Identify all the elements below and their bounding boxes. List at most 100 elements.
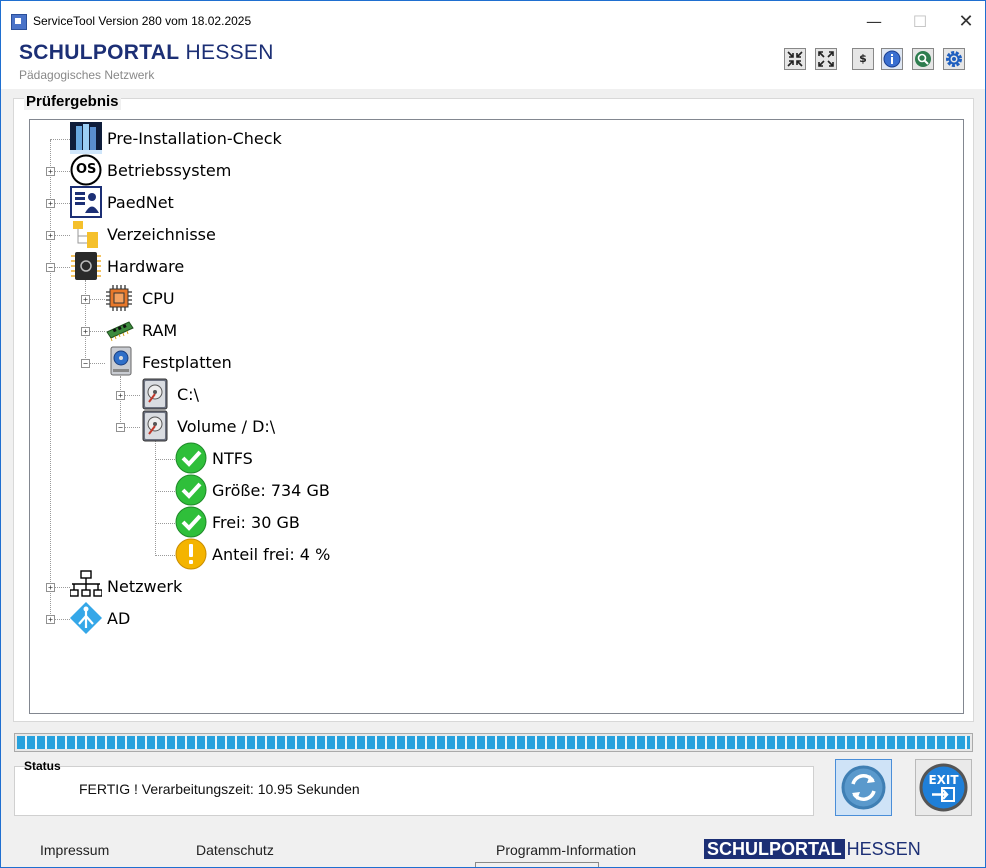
info-icon xyxy=(883,50,901,68)
footer-brand-bold: SCHULPORTAL xyxy=(704,839,845,859)
tree-node-paednet[interactable]: PaedNet xyxy=(68,186,268,218)
info-button[interactable] xyxy=(881,48,903,70)
expand-all-button[interactable] xyxy=(815,48,837,70)
refresh-icon xyxy=(841,765,886,810)
expander-cpu[interactable]: + xyxy=(81,295,90,304)
tree-label-size: Größe: 734 GB xyxy=(212,481,330,500)
tree-label-paednet: PaedNet xyxy=(107,193,174,212)
app-window: ServiceTool Version 280 vom 18.02.2025 —… xyxy=(0,0,986,868)
tree-label-os: Betriebssystem xyxy=(107,161,232,180)
tree-node-preinstall[interactable]: Pre-Installation-Check xyxy=(68,122,328,154)
cpu-icon xyxy=(106,285,132,311)
expander-drive-c[interactable]: + xyxy=(116,391,125,400)
tree-node-ram[interactable]: RAM xyxy=(103,314,263,346)
check-ok-icon xyxy=(175,506,207,538)
program-info-tab xyxy=(475,862,599,867)
expander-disks[interactable]: − xyxy=(81,359,90,368)
program-info-link[interactable]: Programm-Information xyxy=(496,842,636,858)
expander-drive-d[interactable]: − xyxy=(116,423,125,432)
tree-label-ad: AD xyxy=(107,609,131,628)
close-button[interactable]: ✕ xyxy=(943,7,985,37)
expander-folders[interactable]: + xyxy=(46,231,55,240)
gear-icon xyxy=(946,51,962,67)
status-box: FERTIG ! Verarbeitungszeit: 10.95 Sekund… xyxy=(14,766,814,816)
brand-light: HESSEN xyxy=(185,41,274,64)
tree-node-cpu[interactable]: CPU xyxy=(103,282,263,314)
active-directory-icon xyxy=(70,602,102,634)
app-header: SCHULPORTAL HESSEN Pädagogisches Netzwer… xyxy=(1,39,985,89)
tree-node-disks[interactable]: Festplatten xyxy=(103,346,303,378)
ram-icon xyxy=(106,321,134,342)
search-icon xyxy=(915,51,931,67)
result-tree[interactable]: + + + − + + − + − + + Pre-Installation-C… xyxy=(29,119,964,714)
tree-node-filesystem[interactable]: NTFS xyxy=(173,442,373,474)
tree-label-free-percent: Anteil frei: 4 % xyxy=(212,545,331,564)
tree-label-cpu: CPU xyxy=(142,289,175,308)
footer: Impressum Datenschutz Programm-Informati… xyxy=(1,829,985,867)
tree-label-network: Netzwerk xyxy=(107,577,183,596)
drive-icon xyxy=(142,410,168,442)
impressum-link[interactable]: Impressum xyxy=(40,842,109,858)
warning-icon xyxy=(175,538,207,570)
expander-ad[interactable]: + xyxy=(46,615,55,624)
brand-subtitle: Pädagogisches Netzwerk xyxy=(19,68,155,82)
dollar-button[interactable]: $ xyxy=(852,48,874,70)
check-ok-icon xyxy=(175,442,207,474)
dollar-icon: $ xyxy=(859,52,867,65)
tree-node-free-percent[interactable]: Anteil frei: 4 % xyxy=(173,538,393,570)
tree-node-hardware[interactable]: Hardware xyxy=(68,250,268,282)
tree-label-hardware: Hardware xyxy=(107,257,185,276)
status-text: FERTIG ! Verarbeitungszeit: 10.95 Sekund… xyxy=(79,781,360,797)
check-ok-icon xyxy=(175,474,207,506)
expander-os[interactable]: + xyxy=(46,167,55,176)
app-icon xyxy=(11,14,27,30)
network-admin-icon xyxy=(70,186,102,218)
tree-label-preinstall: Pre-Installation-Check xyxy=(107,129,282,148)
result-group-title: Prüfergebnis xyxy=(24,93,121,110)
drive-icon xyxy=(142,378,168,410)
exit-button[interactable]: EXIT xyxy=(915,759,972,816)
collapse-all-button[interactable] xyxy=(784,48,806,70)
tree-node-network[interactable]: Netzwerk xyxy=(68,570,268,602)
tree-label-filesystem: NTFS xyxy=(212,449,253,468)
svg-text:EXIT: EXIT xyxy=(928,773,959,787)
tree-node-os[interactable]: OS Betriebssystem xyxy=(68,154,288,186)
tree-label-disks: Festplatten xyxy=(142,353,232,372)
exit-icon: EXIT xyxy=(919,763,968,812)
tree-node-ad[interactable]: AD xyxy=(68,602,228,634)
tree-label-drive-d: Volume / D:\ xyxy=(177,417,276,436)
expander-paednet[interactable]: + xyxy=(46,199,55,208)
expand-icon xyxy=(818,51,834,67)
tree-node-size[interactable]: Größe: 734 GB xyxy=(173,474,393,506)
refresh-button[interactable] xyxy=(835,759,892,816)
folder-tree-icon xyxy=(73,221,98,248)
hard-disk-icon xyxy=(110,346,132,376)
minimize-button[interactable]: — xyxy=(851,7,897,37)
network-icon xyxy=(70,570,102,597)
brand-bold: SCHULPORTAL xyxy=(19,41,180,64)
progress-bar xyxy=(14,733,973,752)
chip-icon xyxy=(71,252,101,280)
brand-logo: SCHULPORTAL HESSEN xyxy=(19,41,274,65)
server-tower-icon xyxy=(70,122,102,154)
tree-node-drive-d[interactable]: Volume / D:\ xyxy=(138,410,358,442)
tree-node-free[interactable]: Frei: 30 GB xyxy=(173,506,393,538)
tree-node-folders[interactable]: Verzeichnisse xyxy=(68,218,288,250)
tree-label-folders: Verzeichnisse xyxy=(107,225,216,244)
expander-ram[interactable]: + xyxy=(81,327,90,336)
search-button[interactable] xyxy=(912,48,934,70)
expander-hardware[interactable]: − xyxy=(46,263,55,272)
datenschutz-link[interactable]: Datenschutz xyxy=(196,842,274,858)
tree-label-drive-c: C:\ xyxy=(177,385,199,404)
progress-fill xyxy=(17,736,970,749)
footer-brand-logo: SCHULPORTAL HESSEN xyxy=(704,839,921,860)
maximize-button[interactable]: ☐ xyxy=(897,7,943,37)
expander-network[interactable]: + xyxy=(46,583,55,592)
tree-label-ram: RAM xyxy=(142,321,178,340)
settings-button[interactable] xyxy=(943,48,965,70)
window-title: ServiceTool Version 280 vom 18.02.2025 xyxy=(33,14,252,28)
tree-label-free: Frei: 30 GB xyxy=(212,513,300,532)
footer-brand-light: HESSEN xyxy=(846,839,921,859)
tree-node-drive-c[interactable]: C:\ xyxy=(138,378,298,410)
os-icon-text: OS xyxy=(76,162,97,177)
